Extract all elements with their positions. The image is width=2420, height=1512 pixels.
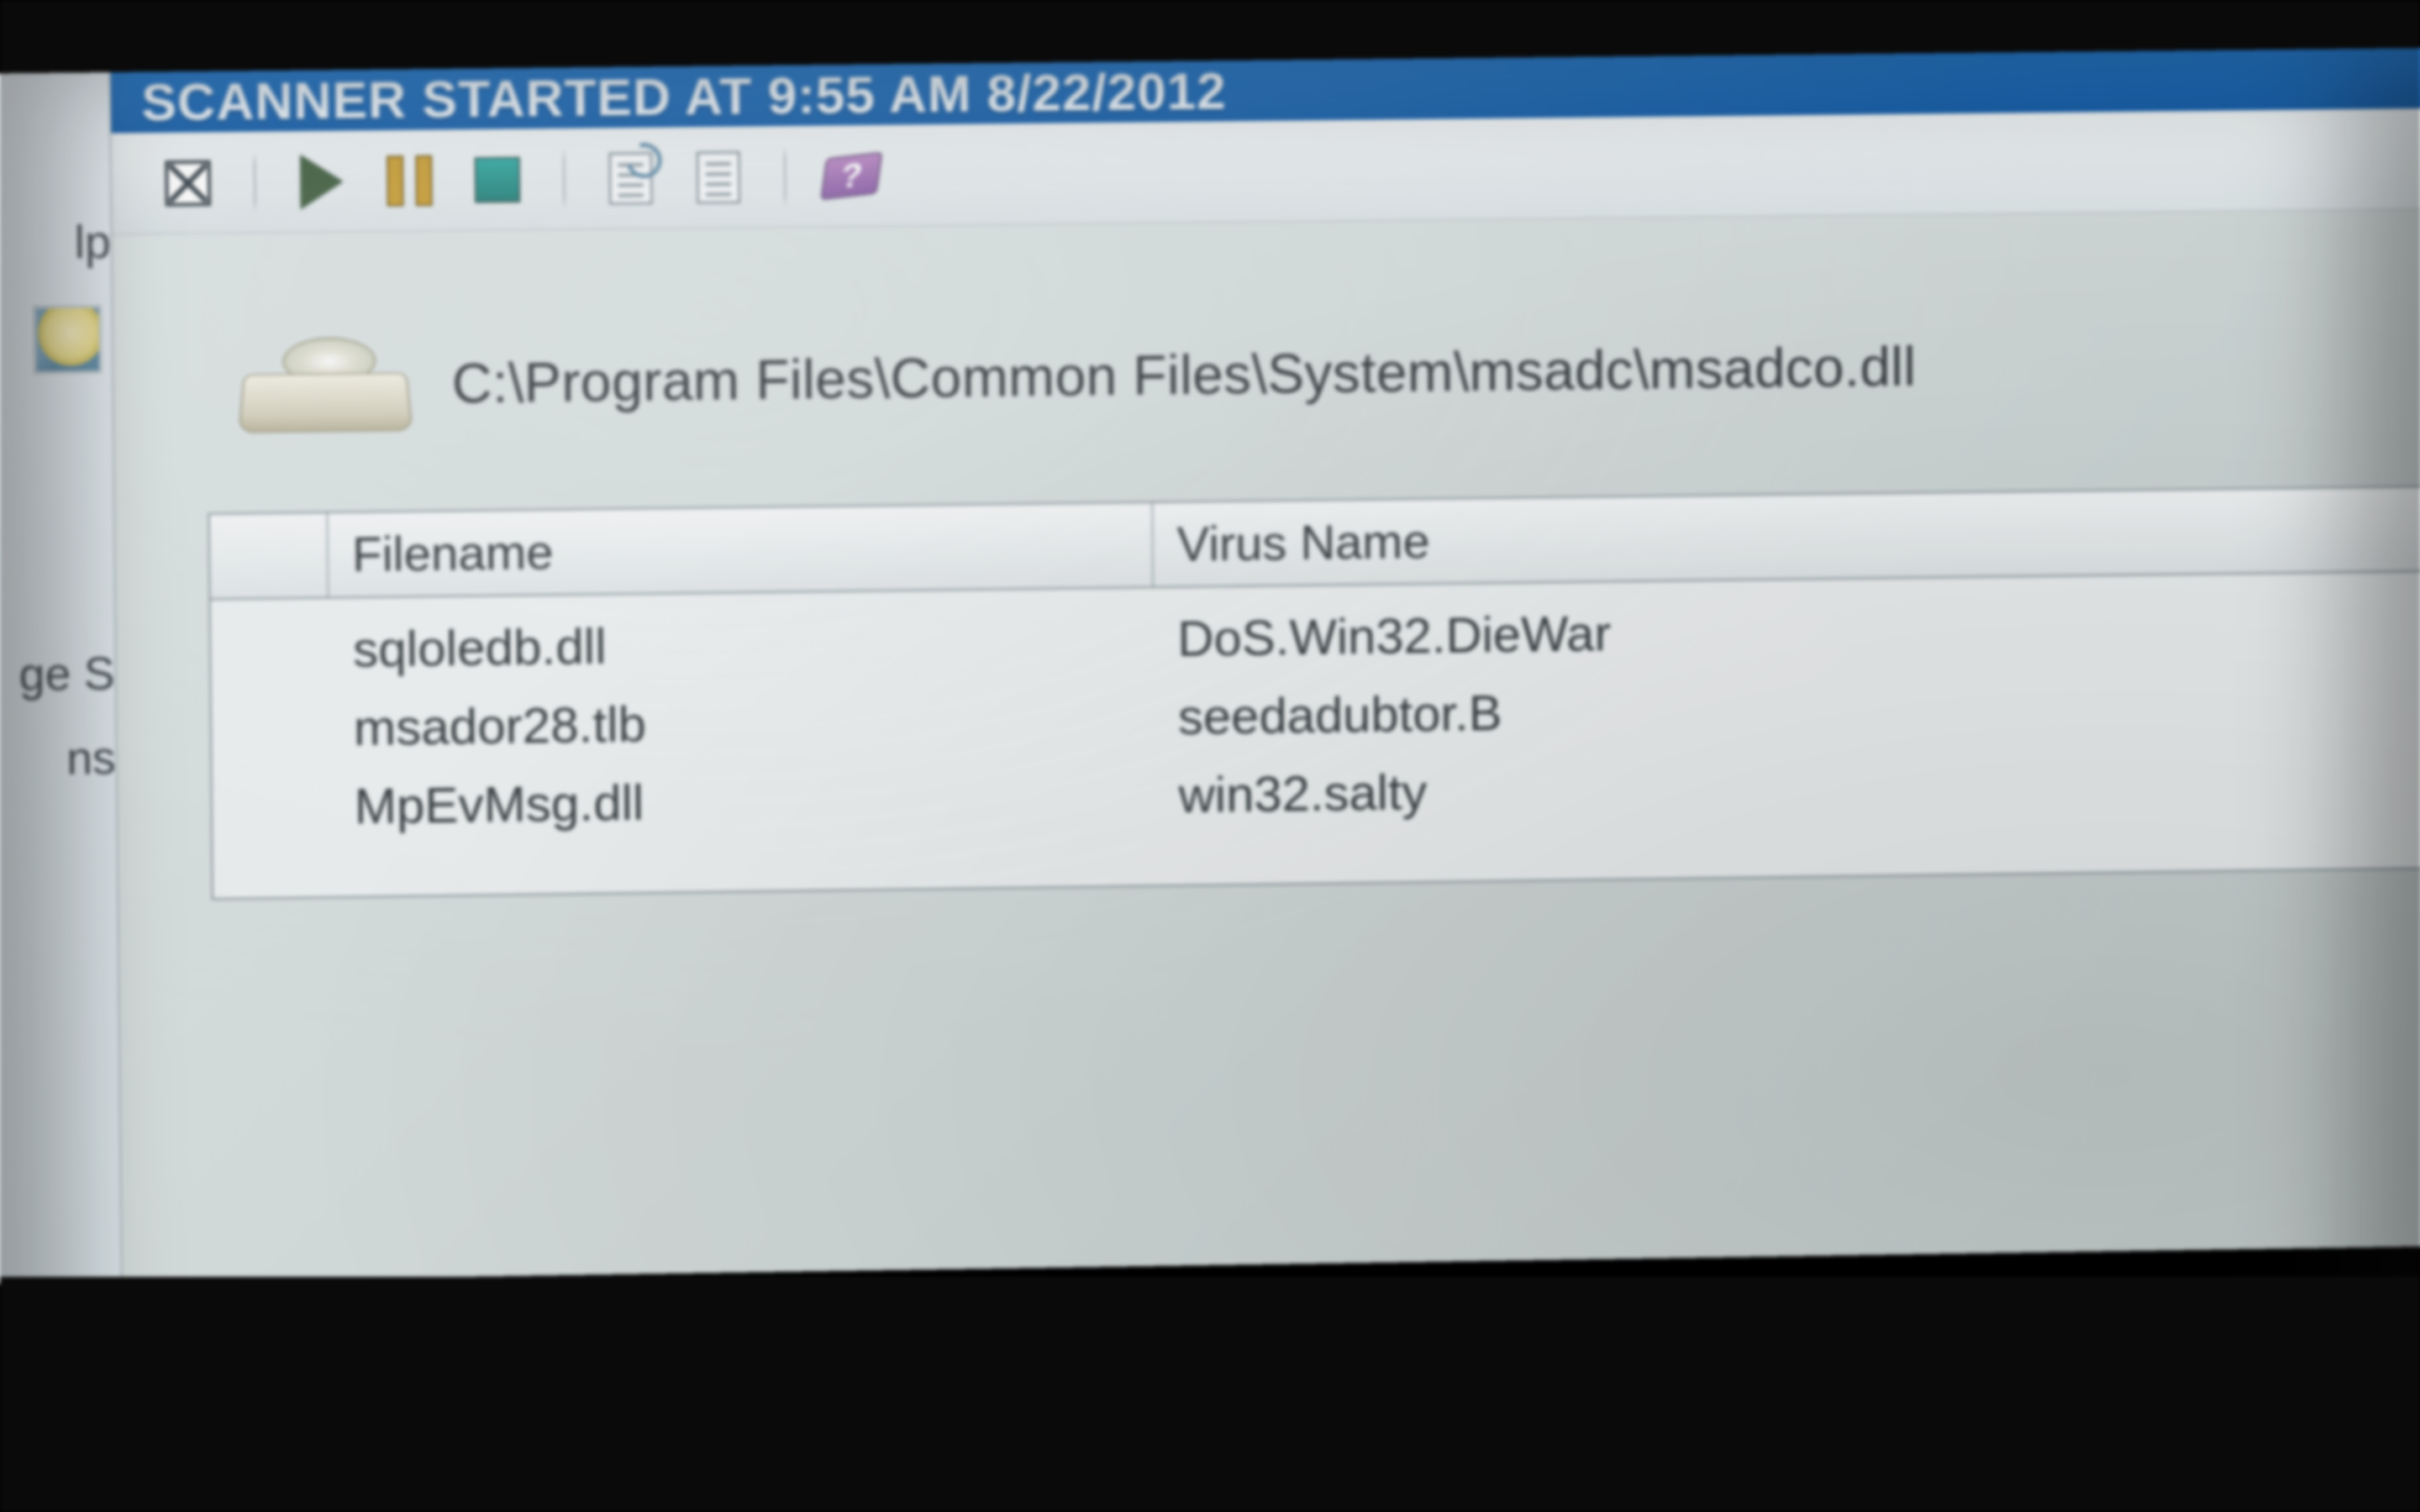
toolbar-separator xyxy=(254,151,256,213)
row-icon-cell xyxy=(212,722,330,737)
play-icon xyxy=(300,154,343,208)
row-icon-cell xyxy=(211,643,329,658)
sidebar-fragment: lp xyxy=(0,199,111,286)
drive-icon xyxy=(240,333,410,437)
toolbar-separator xyxy=(563,149,566,210)
log-icon xyxy=(697,150,741,203)
row-filename: sqloledb.dll xyxy=(329,603,1155,685)
table-body: sqloledb.dll DoS.Win32.DieWar msador28.t… xyxy=(211,571,2420,898)
pause-button[interactable] xyxy=(376,146,444,214)
row-virus: seedadubtor.B xyxy=(1155,664,2420,753)
scan-path-area: C:\Program Files\Common Files\System\msa… xyxy=(113,208,2420,514)
toolbar-separator xyxy=(784,146,786,207)
row-icon-cell xyxy=(213,800,331,815)
close-button[interactable] xyxy=(154,149,222,218)
letterbox-bottom xyxy=(0,1277,2420,1512)
pause-icon xyxy=(387,155,433,206)
row-filename: msador28.tlb xyxy=(329,681,1155,764)
title-text: SCANNER STARTED AT 9:55 AM 8/22/2012 xyxy=(141,61,1227,133)
col-header-virus[interactable]: Virus Name xyxy=(1153,487,2420,586)
close-icon xyxy=(165,160,211,206)
report-button[interactable] xyxy=(597,144,665,212)
scan-path: C:\Program Files\Common Files\System\msa… xyxy=(451,334,1916,416)
main-panel: SCANNER STARTED AT 9:55 AM 8/22/2012 xyxy=(111,48,2420,1283)
stop-icon xyxy=(475,156,521,202)
sidebar-fragment: ge S xyxy=(0,631,115,717)
row-virus: DoS.Win32.DieWar xyxy=(1154,586,2420,675)
pin-icon xyxy=(34,305,102,374)
stop-button[interactable] xyxy=(463,145,531,213)
report-icon xyxy=(608,151,653,204)
col-header-filename[interactable]: Filename xyxy=(328,503,1154,597)
sidebar: lp ge S ns xyxy=(0,72,123,1284)
log-button[interactable] xyxy=(685,143,753,211)
row-filename: MpEvMsg.dll xyxy=(330,759,1155,842)
row-virus: win32.salty xyxy=(1155,743,2420,832)
sidebar-icon-slot xyxy=(0,284,112,396)
col-header-icon[interactable] xyxy=(210,513,329,598)
help-icon: ? xyxy=(820,151,882,200)
help-button[interactable]: ? xyxy=(818,141,886,209)
results-table: Filename Virus Name sqloledb.dll DoS.Win… xyxy=(208,486,2420,900)
scanner-window: lp ge S ns SCANNER STARTED AT 9:55 AM 8/… xyxy=(0,48,2420,1285)
play-button[interactable] xyxy=(287,147,355,215)
sidebar-fragment: ns xyxy=(0,716,116,802)
